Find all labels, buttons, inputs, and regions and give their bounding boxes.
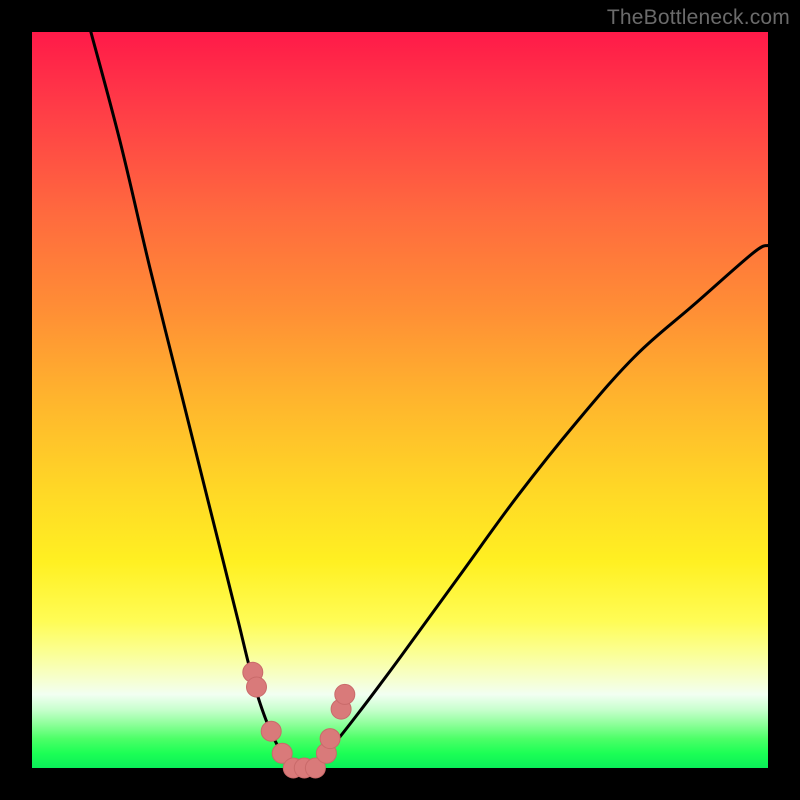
bottleneck-curve: [91, 32, 768, 770]
watermark-text: TheBottleneck.com: [607, 6, 790, 30]
valley-markers: [243, 662, 355, 778]
valley-marker: [320, 729, 340, 749]
bottleneck-plot: [32, 32, 768, 768]
valley-marker: [247, 677, 267, 697]
curve-layer: [32, 32, 768, 768]
valley-marker: [335, 684, 355, 704]
chart-frame: TheBottleneck.com: [0, 0, 800, 800]
valley-marker: [261, 721, 281, 741]
